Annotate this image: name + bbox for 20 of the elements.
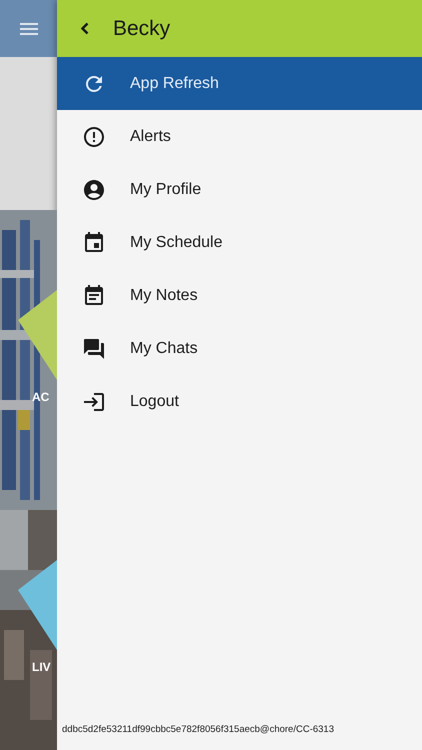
back-icon — [81, 22, 89, 35]
drawer-title: Becky — [113, 16, 170, 42]
menu-label: My Notes — [130, 286, 198, 306]
menu-item[interactable]: My Profile — [57, 163, 422, 216]
menu-label: App Refresh — [130, 74, 219, 94]
menu-item[interactable]: Alerts — [57, 110, 422, 163]
menu-label: My Chats — [130, 338, 198, 358]
menu-item[interactable]: My Schedule — [57, 216, 422, 269]
user-icon — [82, 178, 106, 202]
menu-label: Alerts — [130, 126, 171, 146]
alert-icon — [82, 124, 106, 148]
menu-label: My Profile — [130, 180, 202, 200]
version-text: ddbc5d2fe53211df99cbbc5e782f8056f315aecb@chore/CC-6313 — [62, 722, 334, 737]
menu-label: My Schedule — [130, 232, 222, 252]
menu-item[interactable]: Logout — [57, 375, 422, 428]
menu-item[interactable]: App Refresh — [57, 57, 422, 110]
chat-bubbles-icon — [82, 336, 106, 360]
menu-label: Logout — [130, 392, 179, 412]
menu-item[interactable]: My Chats — [57, 322, 422, 375]
menu-item[interactable]: My Notes — [57, 269, 422, 322]
